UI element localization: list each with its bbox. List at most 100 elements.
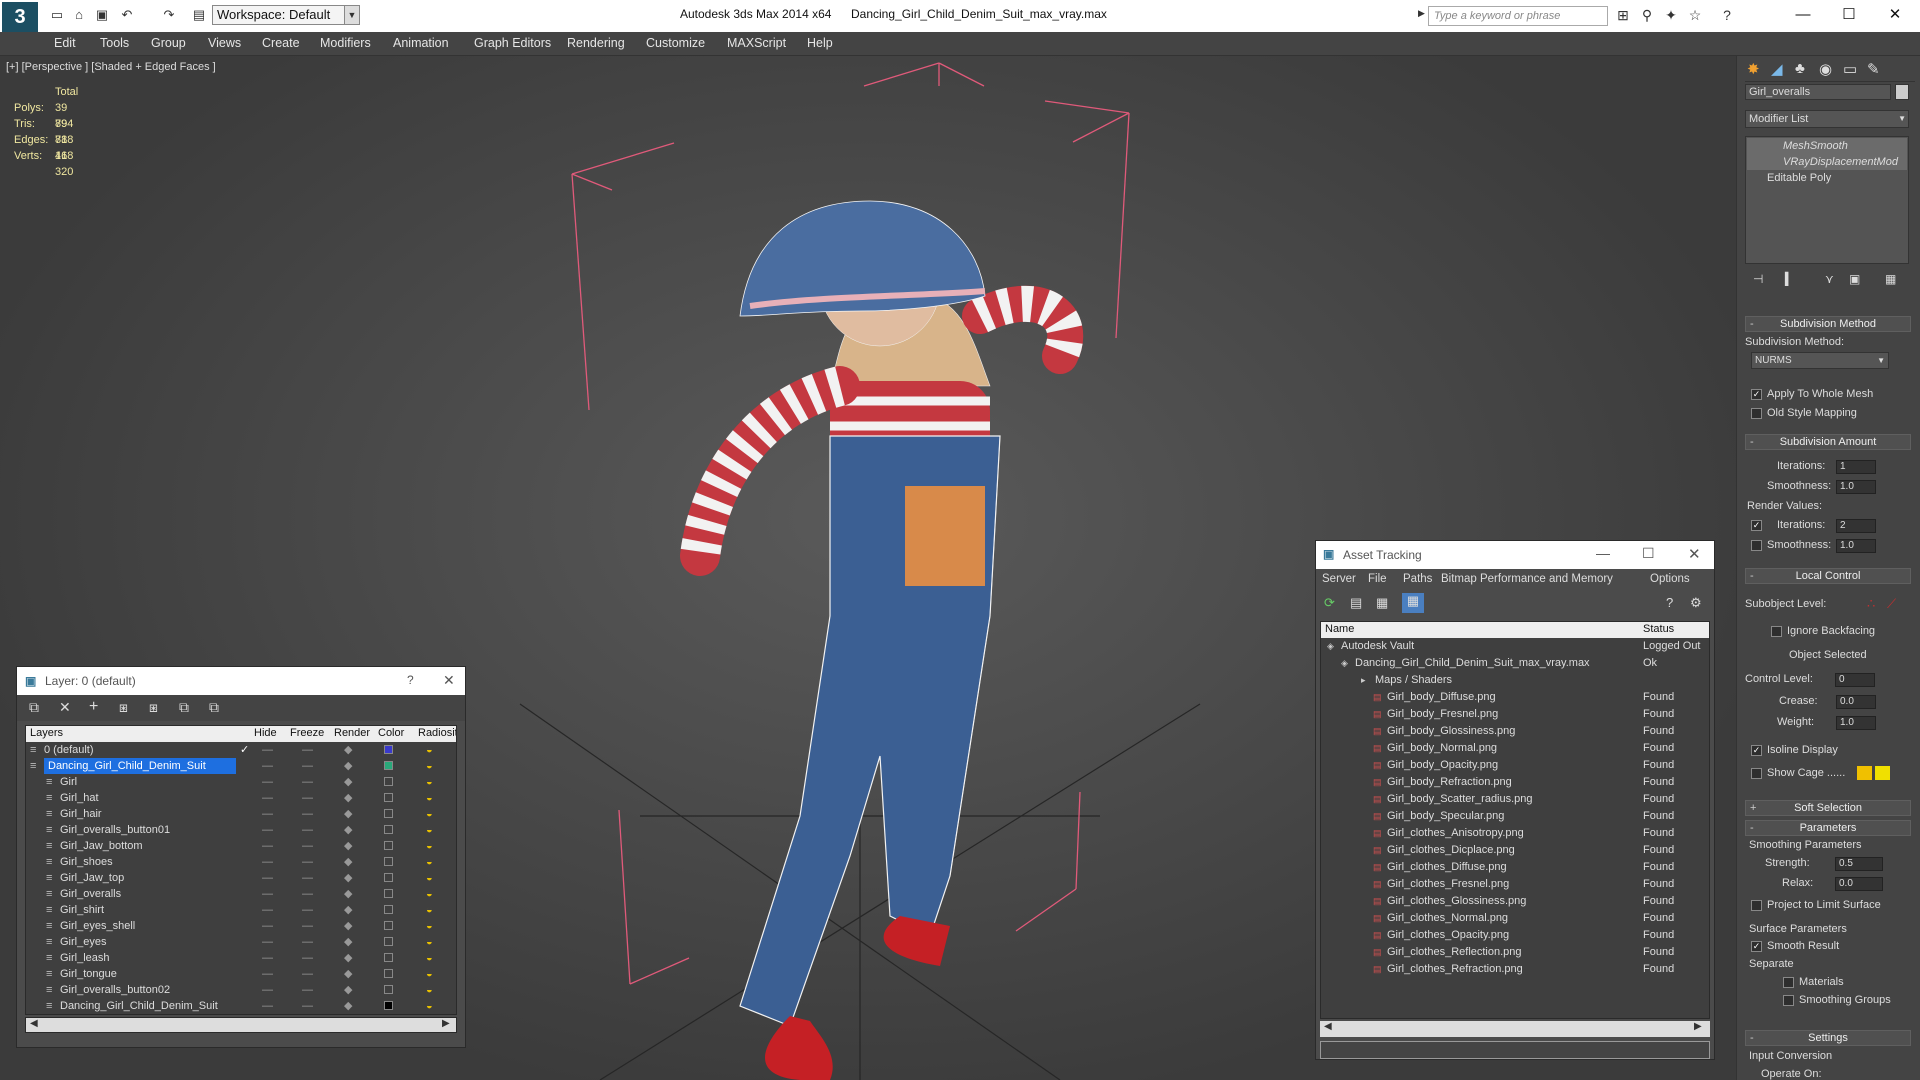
hierarchy-tab-icon[interactable]: ♣ xyxy=(1795,60,1805,77)
freeze-all-layers-icon[interactable]: ⧉ xyxy=(209,699,219,716)
layer-row[interactable]: ≡ Girl_overalls_button02 — — ◆ ◒ xyxy=(26,982,456,998)
vertex-subobject-icon[interactable]: ∴ xyxy=(1867,596,1875,612)
layer-row[interactable]: ≡ Girl_Jaw_top — — ◆ ◒ xyxy=(26,870,456,886)
freeze-toggle[interactable]: — xyxy=(302,966,313,982)
menu-help[interactable]: Help xyxy=(807,36,833,50)
layer-color-swatch[interactable] xyxy=(384,937,393,946)
workspace-dropdown[interactable]: Workspace: Default xyxy=(212,5,358,25)
table-view-icon[interactable]: ▦ xyxy=(1402,593,1424,613)
radiosity-icon[interactable]: ◒ xyxy=(426,742,433,758)
render-toggle[interactable]: ◆ xyxy=(344,790,352,806)
scroll-left-icon[interactable]: ◀ xyxy=(30,1018,38,1029)
layer-color-swatch[interactable] xyxy=(384,745,393,754)
save-file-icon[interactable]: ▣ xyxy=(93,6,111,24)
object-color-swatch[interactable] xyxy=(1895,84,1909,100)
object-name-field[interactable]: Girl_overalls xyxy=(1745,84,1891,100)
layer-row[interactable]: ≡ 0 (default) ✓ — — ◆ ◒ xyxy=(26,742,456,758)
rollout-local-control[interactable]: - Local Control xyxy=(1745,568,1911,584)
menu-edit[interactable]: Edit xyxy=(54,36,76,50)
communication-icon[interactable]: ✦ xyxy=(1662,6,1680,24)
remove-modifier-icon[interactable]: ▣ xyxy=(1849,272,1860,286)
binoculars-icon[interactable]: ⊞ xyxy=(1614,6,1632,24)
edge-subobject-icon[interactable]: ⟋ xyxy=(1887,596,1896,612)
hide-toggle[interactable]: — xyxy=(262,918,273,934)
asset-row[interactable]: ▤ Girl_clothes_Fresnel.png Found xyxy=(1321,876,1709,892)
asset-menu-options[interactable]: Options xyxy=(1650,573,1690,585)
render-toggle[interactable]: ◆ xyxy=(344,918,352,934)
asset-menu-server[interactable]: Server xyxy=(1322,573,1356,585)
modifier-list-dropdown[interactable]: Modifier List ▼ xyxy=(1745,110,1909,128)
layer-row[interactable]: ≡ Girl_tongue — — ◆ ◒ xyxy=(26,966,456,982)
hide-toggle[interactable]: — xyxy=(262,934,273,950)
asset-row[interactable]: ▤ Girl_clothes_Refraction.png Found xyxy=(1321,961,1709,977)
delete-layer-icon[interactable]: ✕ xyxy=(59,699,71,716)
render-iterations-spinner[interactable]: 2 xyxy=(1836,519,1876,533)
layer-color-swatch[interactable] xyxy=(384,857,393,866)
radiosity-icon[interactable]: ◒ xyxy=(426,854,433,870)
menu-create[interactable]: Create xyxy=(262,36,300,50)
hide-toggle[interactable]: — xyxy=(262,998,273,1014)
layer-dialog-help-button[interactable]: ? xyxy=(407,673,414,687)
menu-animation[interactable]: Animation xyxy=(393,36,449,50)
layer-color-swatch[interactable] xyxy=(384,777,393,786)
asset-row[interactable]: ▤ Girl_clothes_Normal.png Found xyxy=(1321,910,1709,926)
highlight-selected-icon[interactable]: ⧆ xyxy=(149,699,158,716)
list-view-icon[interactable]: ▤ xyxy=(1350,595,1362,611)
radiosity-icon[interactable]: ◒ xyxy=(426,982,433,998)
menu-customize[interactable]: Customize xyxy=(646,36,705,50)
configure-modifier-sets-icon[interactable]: ▦ xyxy=(1885,272,1896,286)
asset-row[interactable]: ▤ Girl_body_Refraction.png Found xyxy=(1321,774,1709,790)
smoothness-spinner[interactable]: 1.0 xyxy=(1836,480,1876,494)
asset-row[interactable]: ▤ Girl_clothes_Diffuse.png Found xyxy=(1321,859,1709,875)
hide-toggle[interactable]: — xyxy=(262,854,273,870)
cage-color-swatch-2[interactable] xyxy=(1875,766,1890,780)
freeze-toggle[interactable]: — xyxy=(302,790,313,806)
create-tab-icon[interactable]: ✸ xyxy=(1747,60,1760,78)
hide-toggle[interactable]: — xyxy=(262,822,273,838)
render-toggle[interactable]: ◆ xyxy=(344,886,352,902)
asset-row[interactable]: ▤ Girl_body_Scatter_radius.png Found xyxy=(1321,791,1709,807)
menu-views[interactable]: Views xyxy=(208,36,241,50)
asset-row[interactable]: ▤ Girl_body_Glossiness.png Found xyxy=(1321,723,1709,739)
freeze-toggle[interactable]: — xyxy=(302,742,313,758)
rollout-parameters[interactable]: - Parameters xyxy=(1745,820,1911,836)
ignore-backfacing-checkbox[interactable] xyxy=(1771,626,1782,637)
help-icon[interactable]: ? xyxy=(1666,595,1673,610)
menu-tools[interactable]: Tools xyxy=(100,36,129,50)
rollout-soft-selection[interactable]: + Soft Selection xyxy=(1745,800,1911,816)
layer-dialog-close-button[interactable]: ✕ xyxy=(443,672,455,689)
radiosity-icon[interactable]: ◒ xyxy=(426,886,433,902)
asset-menu-bitmap-performance-and-memory[interactable]: Bitmap Performance and Memory xyxy=(1441,573,1613,585)
radiosity-icon[interactable]: ◒ xyxy=(426,950,433,966)
asset-horizontal-scrollbar[interactable]: ◀ ▶ xyxy=(1320,1021,1710,1037)
undo-icon[interactable]: ↶ xyxy=(118,6,136,24)
hide-toggle[interactable]: — xyxy=(262,950,273,966)
layer-row[interactable]: ≡ Girl — — ◆ ◒ xyxy=(26,774,456,790)
search-expand-icon[interactable]: ▶ xyxy=(1418,8,1425,19)
col-radiosity[interactable]: Radiosit xyxy=(418,727,456,739)
asset-row[interactable]: ▤ Girl_body_Fresnel.png Found xyxy=(1321,706,1709,722)
scroll-right-icon[interactable]: ▶ xyxy=(442,1018,450,1029)
layer-row[interactable]: ≡ Girl_leash — — ◆ ◒ xyxy=(26,950,456,966)
hide-toggle[interactable]: — xyxy=(262,838,273,854)
menu-rendering[interactable]: Rendering xyxy=(567,36,625,50)
layer-color-swatch[interactable] xyxy=(384,825,393,834)
asset-row[interactable]: ▤ Girl_clothes_Opacity.png Found xyxy=(1321,927,1709,943)
relax-spinner[interactable]: 0.0 xyxy=(1835,877,1883,891)
radiosity-icon[interactable]: ◒ xyxy=(426,758,433,774)
hide-toggle[interactable]: — xyxy=(262,966,273,982)
redo-icon[interactable]: ↷ xyxy=(160,6,178,24)
maximize-button[interactable]: ☐ xyxy=(1826,2,1872,28)
freeze-toggle[interactable]: — xyxy=(302,902,313,918)
layer-color-swatch[interactable] xyxy=(384,905,393,914)
radiosity-icon[interactable]: ◒ xyxy=(426,838,433,854)
layer-color-swatch[interactable] xyxy=(384,1001,393,1010)
hide-all-layers-icon[interactable]: ⧉ xyxy=(179,699,189,716)
subscription-icon[interactable]: ⚲ xyxy=(1638,6,1656,24)
menu-graph-editors[interactable]: Graph Editors xyxy=(474,36,551,50)
crease-spinner[interactable]: 0.0 xyxy=(1836,695,1876,709)
layer-color-swatch[interactable] xyxy=(384,985,393,994)
render-toggle[interactable]: ◆ xyxy=(344,966,352,982)
asset-row[interactable]: ▤ Girl_clothes_Reflection.png Found xyxy=(1321,944,1709,960)
freeze-toggle[interactable]: — xyxy=(302,806,313,822)
